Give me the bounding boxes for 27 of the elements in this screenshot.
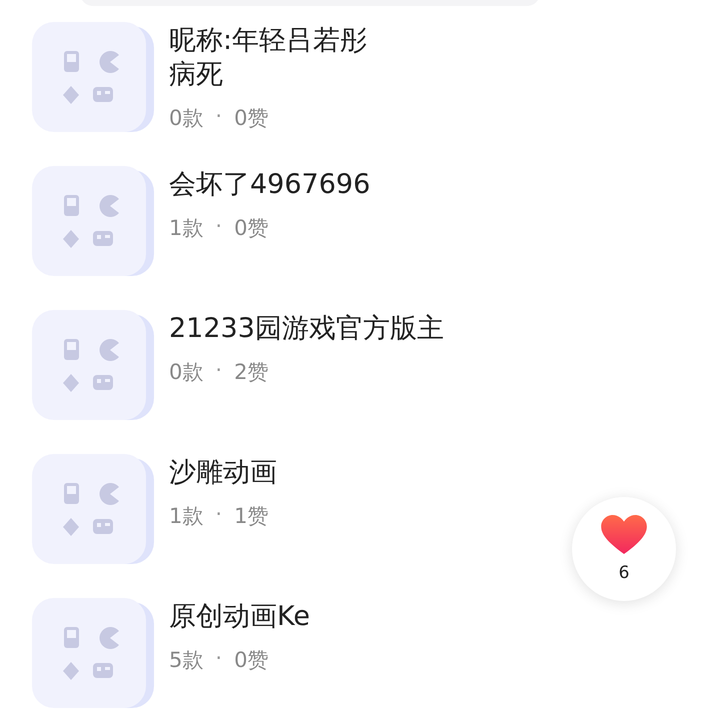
user-name: 原创动画Ke bbox=[169, 600, 310, 634]
user-name: 21233园游戏官方版主 bbox=[169, 312, 444, 346]
like-count: 2赞 bbox=[234, 359, 268, 386]
game-collection-icon bbox=[32, 310, 156, 422]
separator-dot: · bbox=[215, 104, 222, 130]
game-count: 5款 bbox=[169, 647, 204, 674]
user-name: 会坏了4967696 bbox=[169, 168, 370, 202]
separator-dot: · bbox=[215, 214, 222, 240]
like-count: 0赞 bbox=[234, 215, 268, 242]
game-count: 1款 bbox=[169, 215, 204, 242]
game-collection-icon bbox=[32, 454, 156, 566]
like-count: 0赞 bbox=[234, 647, 268, 674]
like-count: 1赞 bbox=[234, 503, 268, 530]
like-button[interactable]: 6 bbox=[572, 497, 676, 601]
heart-icon bbox=[601, 515, 647, 555]
game-collection-icon bbox=[32, 598, 156, 710]
game-collection-icon bbox=[32, 166, 156, 278]
game-collection-icon bbox=[32, 22, 156, 134]
game-count: 0款 bbox=[169, 359, 204, 386]
game-count: 1款 bbox=[169, 503, 204, 530]
user-name: 沙雕动画 bbox=[169, 456, 277, 490]
separator-dot: · bbox=[215, 358, 222, 384]
like-count: 0赞 bbox=[234, 105, 268, 132]
separator-dot: · bbox=[215, 502, 222, 528]
game-count: 0款 bbox=[169, 105, 204, 132]
separator-dot: · bbox=[215, 646, 222, 672]
user-name: 昵称:年轻吕若彤 病死 bbox=[169, 24, 368, 92]
